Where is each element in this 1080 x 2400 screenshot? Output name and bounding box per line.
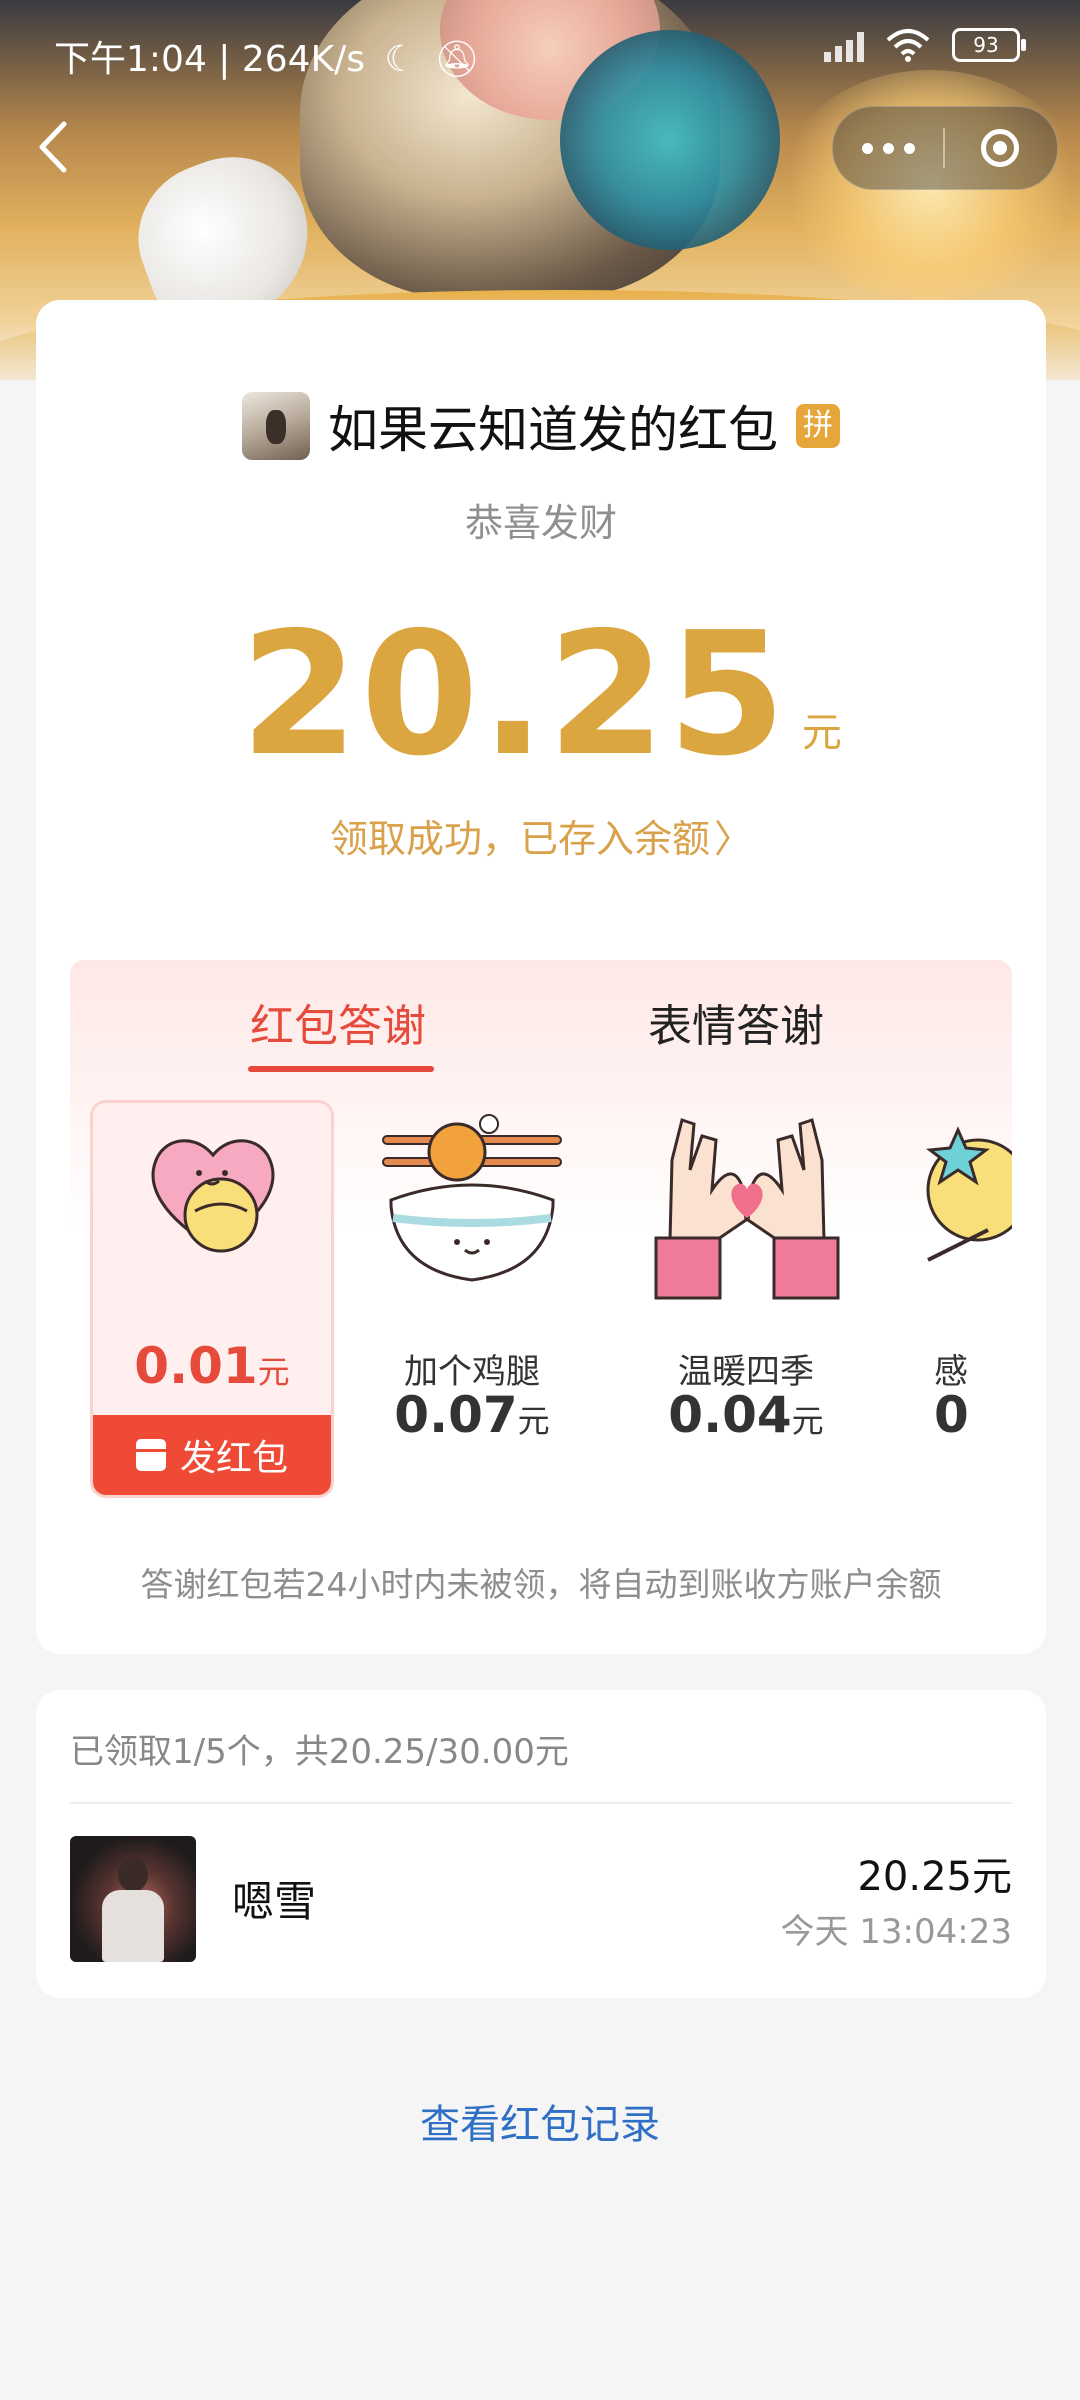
close-miniprogram-button[interactable] (945, 107, 1055, 189)
moon-icon: ☾ (384, 39, 417, 80)
sender-row: 如果云知道发的红包 拼 (36, 390, 1046, 462)
thanks-options: 0.01元 发红包 加个鸡腿 0.07元 温暖四季 0.04元 感 0 (70, 1100, 1012, 1500)
chevron-right-icon: 〉 (714, 817, 753, 861)
star-icon (926, 1126, 1012, 1262)
amount-unit: 元 (801, 710, 842, 756)
status-bar: 下午1:04 | 264K/s ☾ 🔕︎ 93 (0, 0, 1080, 100)
success-text: 领取成功，已存入余额 (329, 817, 710, 861)
received-amount: 20.25 元 (36, 610, 1046, 780)
battery-level: 93 (973, 33, 999, 57)
status-time-speed: 下午1:04 | 264K/s (54, 39, 366, 80)
sender-title: 如果云知道发的红包 (328, 401, 778, 459)
thanks-option-price: 0 (934, 1386, 969, 1444)
receiver-amount: 20.25元 (857, 1854, 1012, 1900)
red-envelope-card: 如果云知道发的红包 拼 恭喜发财 20.25 元 领取成功，已存入余额〉 红包答… (36, 300, 1046, 1654)
send-red-packet-button[interactable]: 发红包 (93, 1415, 331, 1495)
receive-time: 今天 13:04:23 (780, 1912, 1012, 1952)
wifi-icon (886, 29, 930, 62)
chevron-left-icon (39, 121, 67, 173)
avatar[interactable] (70, 1836, 196, 1962)
target-circle-icon (981, 129, 1019, 167)
balance-link[interactable]: 领取成功，已存入余额〉 (36, 808, 1046, 863)
heart-hands-icon (654, 1118, 840, 1300)
signal-icon (824, 28, 864, 62)
amount-value: 20.25 (240, 596, 788, 794)
thanks-note: 答谢红包若24小时内未被领，将自动到账收方账户余额 (140, 1565, 942, 1604)
more-dots-icon (861, 142, 873, 154)
receipt-card: 已领取1/5个，共20.25/30.00元 嗯雪 20.25元 今天 13:04… (36, 1690, 1046, 1998)
sender-avatar[interactable] (242, 392, 310, 460)
bell-off-icon: 🔕︎ (434, 39, 480, 80)
thanks-option-selected[interactable]: 0.01元 发红包 (90, 1100, 334, 1498)
gift-icon (135, 1439, 166, 1471)
back-button[interactable] (30, 112, 80, 182)
receipt-summary: 已领取1/5个，共20.25/30.00元 (70, 1732, 569, 1772)
battery-indicator: 93 (952, 28, 1026, 62)
miniprogram-capsule (832, 106, 1058, 190)
thanks-option[interactable]: 加个鸡腿 0.07元 (350, 1100, 594, 1498)
view-history-link[interactable]: 查看红包记录 (0, 2092, 1080, 2150)
divider (70, 1802, 1012, 1804)
more-button[interactable] (833, 107, 943, 189)
thanks-option-price: 0.04元 (668, 1386, 824, 1444)
thanks-tabs: 红包答谢 表情答谢 (70, 960, 1012, 1080)
thanks-option[interactable]: 温暖四季 0.04元 (624, 1100, 868, 1498)
tab-red-packet-thanks[interactable]: 红包答谢 (250, 990, 426, 1054)
heart-hug-icon (151, 1139, 275, 1253)
receiver-name: 嗯雪 (232, 1877, 317, 1926)
active-tab-indicator (248, 1066, 434, 1072)
rice-bowl-drumstick-icon (382, 1114, 562, 1282)
thanks-option-price: 0.07元 (394, 1386, 550, 1444)
tab-sticker-thanks[interactable]: 表情答谢 (648, 990, 824, 1054)
thanks-option[interactable]: 感 0 (898, 1100, 1012, 1498)
thanks-panel: 红包答谢 表情答谢 0.01元 发红包 加个鸡腿 0.07元 温暖四季 0.04… (70, 960, 1012, 1530)
blessing-text: 恭喜发财 (464, 501, 617, 545)
thanks-option-price: 0.01元 (134, 1337, 290, 1395)
envelope-type-badge: 拼 (796, 404, 840, 448)
send-red-packet-label: 发红包 (179, 1438, 288, 1479)
